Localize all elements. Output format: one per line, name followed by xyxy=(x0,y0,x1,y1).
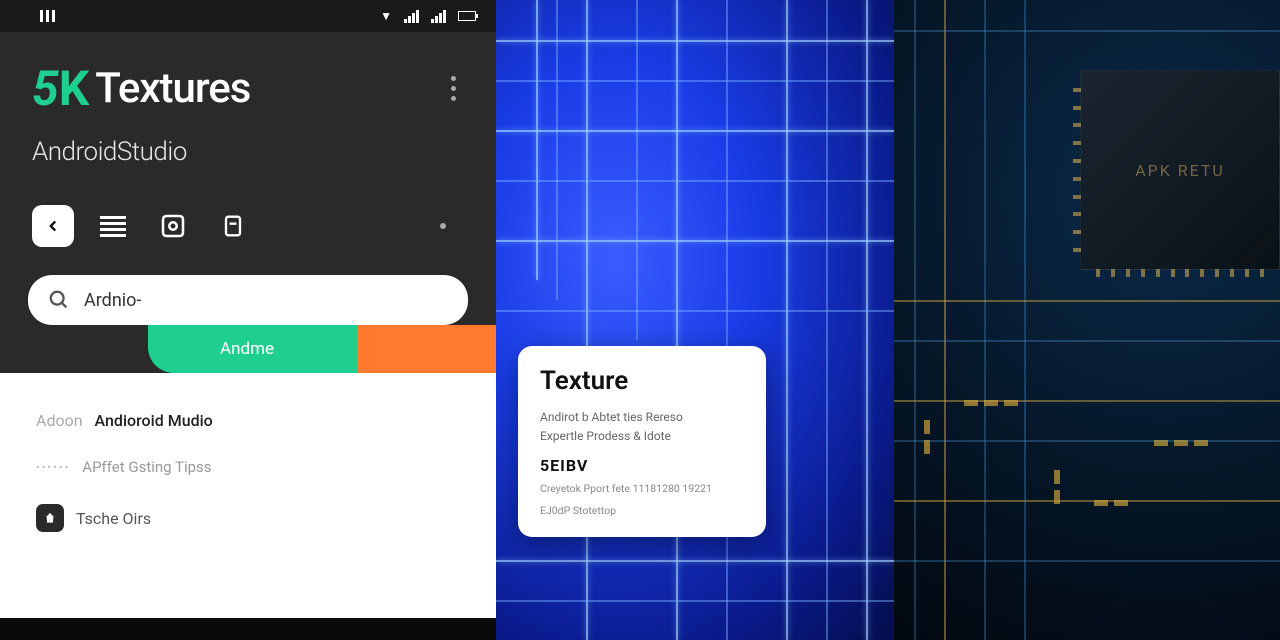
action-pill-row: Andme xyxy=(0,317,496,373)
status-bar: ▼ xyxy=(0,0,496,32)
bag-icon xyxy=(36,504,64,532)
cpu-chip: APK RETU xyxy=(1080,70,1280,270)
status-left-icon xyxy=(40,10,55,22)
chip-pins-icon xyxy=(1073,81,1081,259)
pill-label: Andme xyxy=(220,339,274,359)
card-meta: Creyetok Pport fete 11181280 19221 xyxy=(540,481,744,497)
dots-icon: •••••• xyxy=(36,461,70,474)
search-input[interactable] xyxy=(84,290,448,311)
toolbar xyxy=(0,187,496,275)
overflow-menu-icon[interactable] xyxy=(443,68,464,109)
search-icon xyxy=(48,289,70,311)
bottom-nav xyxy=(0,618,496,640)
app-header: 5K Textures AndroidStudio xyxy=(0,32,496,187)
primary-pill-button[interactable]: Andme xyxy=(148,317,496,373)
signal-icon xyxy=(404,10,419,23)
camera-icon[interactable] xyxy=(152,205,194,247)
back-button[interactable] xyxy=(32,205,74,247)
page-subtitle: AndroidStudio xyxy=(32,137,464,167)
card-code: 5EIBV xyxy=(540,456,744,475)
list-item[interactable]: Tsche Oirs xyxy=(36,490,460,546)
card-line: Andirot b Abtet ties Rereso xyxy=(540,408,744,427)
brand-word: Textures xyxy=(95,64,250,113)
card-title: Texture xyxy=(540,366,744,396)
search-bar[interactable] xyxy=(28,275,468,325)
brand-logo: 5K Textures xyxy=(32,60,250,117)
list-item[interactable]: Adoon Andioroid Mudio xyxy=(36,397,460,444)
chip-pins-icon xyxy=(1091,269,1269,277)
card-line: Expertle Prodess & Idote xyxy=(540,427,744,446)
chip-label: APK RETU xyxy=(1135,161,1225,180)
list-icon[interactable] xyxy=(92,205,134,247)
list-item[interactable]: •••••• APffet Gsting Tipss xyxy=(36,444,460,490)
download-icon: ▼ xyxy=(380,9,392,23)
circuit-preview-blue: Texture Andirot b Abtet ties Rereso Expe… xyxy=(496,0,894,640)
clipboard-icon[interactable] xyxy=(212,205,254,247)
status-right: ▼ xyxy=(380,9,476,23)
toolbar-dot-icon xyxy=(440,223,446,229)
phone-panel: ▼ 5K Textures AndroidStudio xyxy=(0,0,496,640)
card-meta: EJ0dP Stotettop xyxy=(540,503,744,519)
search-container xyxy=(0,275,496,325)
texture-card[interactable]: Texture Andirot b Abtet ties Rereso Expe… xyxy=(518,346,766,537)
circuit-preview-dark: APK RETU xyxy=(894,0,1280,640)
results-list: Adoon Andioroid Mudio •••••• APffet Gsti… xyxy=(0,373,496,618)
signal-icon-2 xyxy=(431,10,446,23)
battery-icon xyxy=(458,11,476,21)
